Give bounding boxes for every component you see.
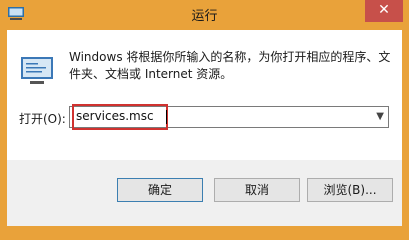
run-dialog: 运行 ✕ Windows 将根据你所输入的名称，为你打开相应的程序、文件夹、文档…: [0, 0, 409, 233]
chevron-down-icon[interactable]: ▼: [376, 111, 384, 122]
run-program-icon: [21, 57, 53, 84]
open-label: 打开(O):: [19, 112, 66, 126]
input-highlight-box: [72, 104, 168, 130]
cancel-button[interactable]: 取消: [214, 178, 300, 202]
text-caret: [166, 110, 167, 124]
browse-button[interactable]: 浏览(B)...: [307, 178, 393, 202]
dialog-description: Windows 将根据你所输入的名称，为你打开相应的程序、文件夹、文档或 Int…: [69, 50, 391, 81]
dialog-footer: 确定 取消 浏览(B)...: [7, 160, 402, 226]
ok-button[interactable]: 确定: [117, 178, 203, 202]
dialog-content: Windows 将根据你所输入的名称，为你打开相应的程序、文件夹、文档或 Int…: [7, 30, 402, 160]
title-bar[interactable]: 运行 ✕: [0, 0, 409, 30]
window-title: 运行: [191, 9, 218, 24]
close-button[interactable]: ✕: [365, 0, 403, 22]
close-icon: ✕: [378, 2, 390, 18]
